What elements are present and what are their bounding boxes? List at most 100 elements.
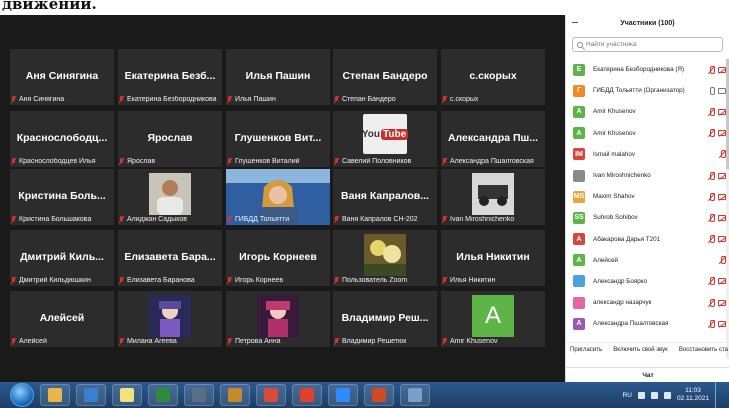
taskbar-app-button[interactable]	[148, 384, 178, 406]
participant-row[interactable]: E Екатерина Безбородникова (Я)	[566, 59, 729, 80]
taskbar-app-button[interactable]	[400, 384, 430, 406]
participant-avatar: MS	[573, 190, 585, 203]
participant-tile[interactable]: с.скорых с.скорых	[441, 49, 545, 105]
participant-tile[interactable]: Игорь Корнеев Игорь Корнеев	[226, 230, 330, 286]
muted-mic-icon	[119, 277, 125, 284]
muted-mic-icon	[442, 216, 448, 223]
participant-tile[interactable]: Алиджан Садыков	[118, 169, 222, 225]
participant-tile[interactable]: Алейсей Алейсей	[10, 291, 114, 347]
participants-panel: Участники (100) E Екатерина Безбородников…	[565, 15, 729, 382]
participant-row[interactable]: Александр Боярко	[566, 271, 729, 292]
chat-header[interactable]: Чат	[566, 367, 729, 382]
taskbar-app-button[interactable]	[328, 384, 358, 406]
tile-name: Екатерина Безб...	[124, 69, 216, 82]
participant-tile[interactable]: Дмитрий Киль... Дмитрий Кильдюшкин	[10, 230, 114, 286]
participant-tile[interactable]: A Amir Khusenov	[441, 291, 545, 347]
taskbar-app-button[interactable]	[112, 384, 142, 406]
participant-tile[interactable]: Илья Пашин Илья Пашин	[226, 49, 330, 105]
tile-label-text: Игорь Корнеев	[235, 277, 284, 284]
participant-row[interactable]: A Алейсей	[566, 250, 729, 271]
participant-tile[interactable]: Степан Бандеро Степан Бандеро	[333, 49, 437, 105]
tile-label-text: Петрова Анна	[235, 338, 281, 345]
taskbar-app-button[interactable]	[364, 384, 394, 406]
collapse-icon[interactable]	[572, 22, 578, 23]
participant-avatar: A	[573, 127, 585, 140]
muted-mic-icon	[11, 158, 17, 165]
tile-name: Игорь Корнеев	[239, 250, 317, 263]
tile-label: Ваня Капралов СН-202	[334, 216, 436, 223]
participant-tile[interactable]: Екатерина Безб... Екатерина Безбородников…	[118, 49, 222, 105]
taskbar-app-button[interactable]	[292, 384, 322, 406]
restore-button[interactable]: Восстановить ста	[679, 347, 728, 353]
start-button[interactable]	[10, 383, 34, 407]
participant-tile[interactable]: Аня Синягина Аня Синягина	[10, 49, 114, 105]
participant-row[interactable]: MS Maxim Shahov	[566, 186, 729, 207]
participant-tile[interactable]: Илья Никитин Илья Никитин	[441, 230, 545, 286]
tile-label-text: ГИБДД Тольятти	[235, 216, 290, 223]
participant-row[interactable]: SS Suhrob Sohibov	[566, 207, 729, 228]
participant-tile[interactable]: Краснослободц... Краснослободцев Илья	[10, 111, 114, 167]
network-icon[interactable]	[637, 391, 645, 399]
taskbar-app-button[interactable]	[220, 384, 250, 406]
participant-tile[interactable]: Елизавета Бара... Елизавета Баранова	[118, 230, 222, 286]
participant-tile[interactable]: Ярослав Ярослав	[118, 111, 222, 167]
camera-off-icon	[718, 66, 726, 73]
flag-icon[interactable]	[663, 391, 671, 399]
mic-off-icon	[709, 235, 715, 244]
avatar-photo	[149, 173, 191, 215]
invite-button[interactable]: Пригласить	[570, 347, 602, 353]
taskbar-apps	[34, 384, 430, 406]
taskbar-app-button[interactable]	[76, 384, 106, 406]
tile-label: с.скорых	[442, 96, 544, 103]
search-input[interactable]	[586, 41, 716, 48]
muted-mic-icon	[11, 338, 17, 345]
participant-row[interactable]: Г ГИБДД Тольятти (Организатор)	[566, 80, 729, 101]
volume-icon[interactable]	[650, 391, 658, 399]
participant-row[interactable]: александр назарчук	[566, 292, 729, 313]
muted-mic-icon	[227, 277, 233, 284]
unmute-button[interactable]: Включить свой звук	[613, 347, 668, 353]
participant-row[interactable]: IM Ismail malahov	[566, 144, 729, 165]
tile-name: Илья Пашин	[245, 69, 311, 82]
participant-row[interactable]: A Amir Khusenov	[566, 123, 729, 144]
language-indicator[interactable]: RU	[623, 392, 632, 399]
camera-off-icon	[718, 130, 726, 137]
participant-tile[interactable]: Пользователь Zoom	[333, 230, 437, 286]
tile-label-text: Алиджан Садыков	[127, 216, 188, 223]
tile-label-text: Дмитрий Кильдюшкин	[19, 277, 91, 284]
taskbar-app-button[interactable]	[256, 384, 286, 406]
tile-label-text: Савелий Половников	[342, 158, 412, 165]
avatar-photo	[149, 295, 191, 337]
tile-label: Петрова Анна	[227, 338, 329, 345]
muted-mic-icon	[227, 96, 233, 103]
participant-tile[interactable]: Кристина Боль... Кристина Большакова	[10, 169, 114, 225]
participant-row[interactable]: Ivan Miroshnichenko	[566, 165, 729, 186]
mic-off-icon	[709, 277, 715, 286]
participant-tile[interactable]: Милана Агеева	[118, 291, 222, 347]
camera-off-icon	[718, 236, 726, 243]
participant-tile[interactable]: Ivan Miroshnichenko	[441, 169, 545, 225]
taskbar-app-button[interactable]	[184, 384, 214, 406]
show-desktop-button[interactable]	[715, 382, 723, 408]
tile-name: Ваня Капралов...	[341, 189, 429, 202]
participant-tile[interactable]: Александра Пш... Александра Пшалговская	[441, 111, 545, 167]
tile-label: Елизавета Баранова	[119, 277, 221, 284]
participant-row[interactable]: A Александра Пшалговская	[566, 313, 729, 334]
participant-search[interactable]	[572, 37, 723, 52]
participant-row[interactable]: A Абакарова Дарья Т201	[566, 229, 729, 250]
yandex-icon	[300, 388, 314, 402]
participant-tile[interactable]: ГИБДД Тольятти	[226, 169, 330, 225]
tile-name: Илья Никитин	[456, 250, 530, 263]
tile-name: Степан Бандеро	[342, 69, 428, 82]
system-tray: RU 11:03 02.11.2021	[589, 382, 729, 408]
participant-tile[interactable]: Петрова Анна	[226, 291, 330, 347]
participant-row[interactable]: A Amir Khusenov	[566, 101, 729, 122]
clock[interactable]: 11:03 02.11.2021	[677, 387, 709, 403]
participant-tile[interactable]: You Tube Савелий Половников	[333, 111, 437, 167]
tile-name: Дмитрий Киль...	[20, 250, 104, 263]
tile-label: Игорь Корнеев	[227, 277, 329, 284]
participant-tile[interactable]: Глушенков Вит... Глушенков Виталий	[226, 111, 330, 167]
taskbar-app-button[interactable]	[40, 384, 70, 406]
participant-tile[interactable]: Владимир Реш... Владимир Решетюк	[333, 291, 437, 347]
participant-tile[interactable]: Ваня Капралов... Ваня Капралов СН-202	[333, 169, 437, 225]
